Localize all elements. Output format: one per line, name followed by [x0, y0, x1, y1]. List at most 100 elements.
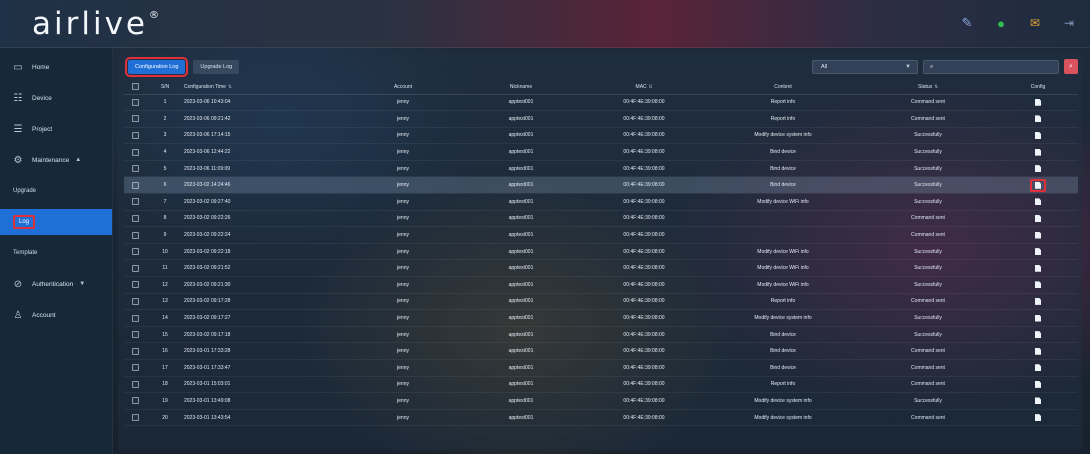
row-checkbox[interactable]	[131, 115, 139, 123]
table-row[interactable]: 16 2023-03-01 17:33:28 jenny apptest001 00:4…	[124, 342, 1078, 360]
row-checkbox[interactable]	[131, 397, 139, 405]
tab-configuration-log[interactable]: Configuration Log	[124, 57, 189, 77]
status-filter-select[interactable]: All ▼	[812, 60, 918, 74]
row-checkbox[interactable]	[131, 98, 139, 106]
row-select-cell[interactable]	[124, 94, 146, 112]
config-document-icon[interactable]	[1035, 131, 1041, 139]
table-row[interactable]: 13 2023-03-02 09:17:28 jenny apptest001 00:4…	[124, 293, 1078, 311]
table-row[interactable]: 4 2023-03-06 12:44:22 jenny apptest001 00:4F…	[124, 143, 1078, 161]
table-row[interactable]: 1 2023-03-06 10:43:04 jenny apptest001 00:4F…	[124, 94, 1078, 112]
search-input[interactable]: ⌕	[923, 60, 1059, 74]
row-select-cell[interactable]	[124, 127, 146, 145]
row-checkbox[interactable]	[131, 131, 139, 139]
pencil-icon[interactable]: ✎	[958, 14, 976, 32]
row-select-cell[interactable]	[124, 143, 146, 161]
row-select-cell[interactable]	[124, 276, 146, 294]
config-document-icon[interactable]	[1035, 98, 1041, 106]
table-row[interactable]: 9 2023-03-02 09:22:24 jenny apptest001 00:4F…	[124, 226, 1078, 244]
row-checkbox[interactable]	[131, 380, 139, 388]
search-button[interactable]: ⌕	[1064, 59, 1078, 74]
row-checkbox[interactable]	[131, 198, 139, 206]
table-row[interactable]: 5 2023-03-06 11:09:09 jenny apptest001 00:4F…	[124, 160, 1078, 178]
status-dot-icon[interactable]: ●	[992, 14, 1010, 32]
table-row[interactable]: 15 2023-03-02 09:17:18 jenny apptest001 00:4…	[124, 326, 1078, 344]
row-select-cell[interactable]	[124, 359, 146, 377]
row-select-cell[interactable]	[124, 293, 146, 311]
header-configuration-time[interactable]: Configuration Time ⇅	[184, 80, 344, 95]
table-row[interactable]: 6 2023-03-02 14:24:46 jenny apptest001 00:4F…	[124, 176, 1078, 195]
row-select-cell[interactable]	[124, 409, 146, 427]
config-document-icon[interactable]	[1035, 397, 1041, 405]
table-row[interactable]: 12 2023-03-02 09:21:30 jenny apptest001 00:4…	[124, 276, 1078, 294]
config-document-icon[interactable]	[1035, 198, 1041, 206]
row-checkbox[interactable]	[131, 165, 139, 173]
sidebar-item-project[interactable]: ☰ Project	[0, 116, 112, 142]
table-row[interactable]: 18 2023-03-01 15:03:01 jenny apptest001 00:4…	[124, 376, 1078, 394]
sidebar-item-maintenance[interactable]: ⚙ Maintenance ▲	[0, 147, 112, 173]
row-select-cell[interactable]	[124, 309, 146, 327]
header-select-all[interactable]	[124, 80, 146, 95]
config-document-icon[interactable]	[1035, 297, 1041, 305]
row-checkbox[interactable]	[131, 364, 139, 372]
row-select-cell[interactable]	[124, 176, 146, 195]
row-checkbox[interactable]	[131, 148, 139, 156]
config-document-icon[interactable]	[1035, 281, 1041, 289]
row-checkbox[interactable]	[131, 297, 139, 305]
sidebar-item-authentication[interactable]: ⊘ Authentication ▼	[0, 271, 112, 297]
row-select-cell[interactable]	[124, 326, 146, 344]
row-select-cell[interactable]	[124, 160, 146, 178]
row-checkbox[interactable]	[131, 264, 139, 272]
message-icon[interactable]: ✉	[1026, 14, 1044, 32]
row-select-cell[interactable]	[124, 259, 146, 278]
config-document-icon[interactable]	[1035, 414, 1041, 422]
row-checkbox[interactable]	[131, 281, 139, 289]
config-document-icon[interactable]	[1035, 347, 1041, 355]
row-checkbox[interactable]	[131, 314, 139, 322]
table-row[interactable]: 20 2023-03-01 13:43:54 jenny apptest001 00:4…	[124, 409, 1078, 427]
sidebar-item-home[interactable]: ▭ Home	[0, 54, 112, 80]
sidebar-subitem-log[interactable]: Log	[0, 209, 112, 235]
table-row[interactable]: 17 2023-03-01 17:33:47 jenny apptest001 00:4…	[124, 359, 1078, 377]
table-row[interactable]: 2 2023-03-06 09:21:42 jenny apptest001 00:4F…	[124, 110, 1078, 128]
table-row[interactable]: 3 2023-03-06 17:14:15 jenny apptest001 00:4F…	[124, 127, 1078, 145]
row-checkbox[interactable]	[131, 181, 139, 189]
config-document-icon[interactable]	[1035, 314, 1041, 322]
row-select-cell[interactable]	[124, 392, 146, 410]
config-document-highlight[interactable]	[1030, 178, 1046, 192]
table-row[interactable]: 11 2023-03-02 09:21:52 jenny apptest001 00:4…	[124, 259, 1078, 278]
config-document-icon[interactable]	[1035, 214, 1041, 222]
row-select-cell[interactable]	[124, 193, 146, 211]
config-document-icon[interactable]	[1035, 331, 1041, 339]
select-all-checkbox[interactable]	[131, 83, 139, 91]
config-document-icon[interactable]	[1035, 231, 1041, 239]
table-row[interactable]: 19 2023-03-01 13:49:08 jenny apptest001 00:4…	[124, 392, 1078, 410]
row-select-cell[interactable]	[124, 342, 146, 360]
config-document-icon[interactable]	[1035, 181, 1041, 189]
sidebar-subitem-template[interactable]: Template	[0, 240, 112, 266]
config-document-icon[interactable]	[1035, 148, 1041, 156]
config-document-icon[interactable]	[1035, 364, 1041, 372]
config-document-icon[interactable]	[1035, 380, 1041, 388]
sidebar-item-device[interactable]: ☷ Device	[0, 85, 112, 111]
row-checkbox[interactable]	[131, 214, 139, 222]
row-select-cell[interactable]	[124, 110, 146, 128]
header-status[interactable]: Status ⇅	[858, 80, 998, 95]
config-document-icon[interactable]	[1035, 264, 1041, 272]
row-checkbox[interactable]	[131, 414, 139, 422]
row-select-cell[interactable]	[124, 210, 146, 228]
config-document-icon[interactable]	[1035, 115, 1041, 123]
table-row[interactable]: 8 2023-03-02 09:22:26 jenny apptest001 00:4F…	[124, 210, 1078, 228]
row-checkbox[interactable]	[131, 347, 139, 355]
row-select-cell[interactable]	[124, 376, 146, 394]
tab-upgrade-log[interactable]: Upgrade Log	[193, 60, 240, 74]
row-checkbox[interactable]	[131, 248, 139, 256]
row-select-cell[interactable]	[124, 243, 146, 261]
row-select-cell[interactable]	[124, 226, 146, 244]
table-row[interactable]: 14 2023-03-02 09:17:27 jenny apptest001 00:4…	[124, 309, 1078, 327]
sidebar-subitem-upgrade[interactable]: Upgrade	[0, 178, 112, 204]
config-document-icon[interactable]	[1035, 165, 1041, 173]
table-row[interactable]: 7 2023-03-02 09:27:40 jenny apptest001 00:4F…	[124, 193, 1078, 211]
sidebar-item-account[interactable]: ♙ Account	[0, 302, 112, 328]
logout-icon[interactable]: ⇥	[1060, 14, 1078, 32]
config-document-icon[interactable]	[1035, 248, 1041, 256]
